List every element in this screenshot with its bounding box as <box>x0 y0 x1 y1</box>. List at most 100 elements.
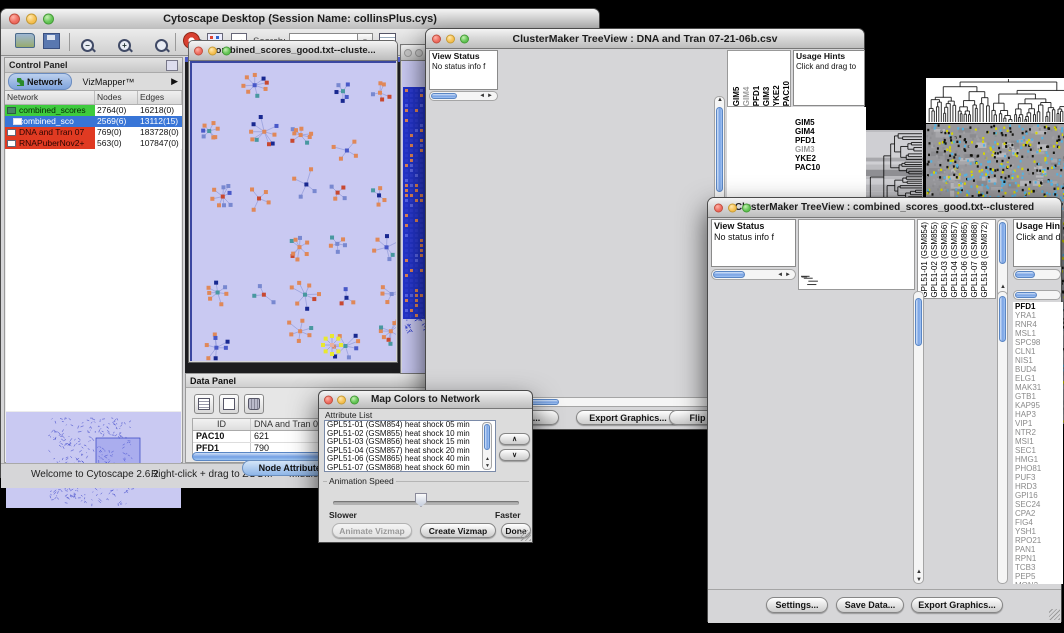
export-graphics-button[interactable]: Export Graphics... <box>911 597 1003 613</box>
network-row-icon <box>7 140 16 147</box>
column-label: GPL51-06 (GSM865) <box>960 222 970 298</box>
column-dendrogram[interactable] <box>926 78 1064 123</box>
heatmap-horizontal-scrollbar[interactable] <box>501 397 715 407</box>
tab-network[interactable]: Network <box>8 73 72 90</box>
control-panel-title: Control Panel <box>9 60 68 70</box>
gene-label: PFD1 <box>1015 302 1063 311</box>
gene-label: YRA1 <box>1015 311 1063 320</box>
main-titlebar[interactable]: Cytoscape Desktop (Session Name: collins… <box>1 9 599 30</box>
map-colors-dialog: Map Colors to Network Attribute List GPL… <box>318 390 533 543</box>
gene-label: MAK31 <box>1015 383 1063 392</box>
move-down-button[interactable]: ∨ <box>499 449 530 461</box>
status-scrollbar[interactable]: ◄► <box>429 91 498 101</box>
faster-label: Faster <box>495 510 521 520</box>
zoom-in-icon[interactable]: + <box>118 39 131 52</box>
desktop: Cytoscape Desktop (Session Name: collins… <box>0 0 1064 633</box>
network-row-icon <box>7 107 16 114</box>
table-icon[interactable] <box>194 394 214 414</box>
zoom-fit-icon[interactable] <box>155 39 168 52</box>
zoom-window-icon[interactable] <box>222 46 231 55</box>
network-row-icon <box>13 118 22 125</box>
gene-label: MON2 <box>1015 581 1063 584</box>
gene-label: SEC1 <box>1015 446 1063 455</box>
minimize-icon[interactable] <box>446 34 455 43</box>
save-data-button[interactable]: Save Data... <box>836 597 904 613</box>
move-up-button[interactable]: ∧ <box>499 433 530 445</box>
labels-scrollbar[interactable]: ▲ ▼ <box>997 219 1008 299</box>
zoom-window-icon[interactable] <box>43 14 54 25</box>
network-table-row[interactable]: combined_sco 2569(6) 13112(15) <box>5 116 182 127</box>
network-canvas[interactable] <box>190 61 396 361</box>
column-label: GIM5 <box>732 81 742 106</box>
close-icon[interactable] <box>9 14 20 25</box>
status-welcome: Welcome to Cytoscape 2.6.2 <box>31 469 159 480</box>
window-controls[interactable] <box>9 14 54 25</box>
close-icon[interactable] <box>324 395 333 404</box>
top-dendrogram-panel <box>798 219 915 290</box>
gene-label: TCB3 <box>1015 563 1063 572</box>
birdseye-overview[interactable] <box>6 412 181 508</box>
zoom-out-icon[interactable]: − <box>81 39 94 52</box>
delete-attribute-icon[interactable] <box>244 394 264 414</box>
scroll-arrows-icon[interactable]: ◄► <box>777 272 793 278</box>
tab-overflow-button[interactable]: ▶ <box>167 74 182 89</box>
column-label: GIM3 <box>762 81 772 106</box>
attribute-item[interactable]: GPL51-07 (GSM868) heat shock 60 min <box>327 464 495 472</box>
status-scrollbar[interactable]: ◄► <box>711 269 796 280</box>
gene-label: MSI1 <box>1015 437 1063 446</box>
gene-label: NIS1 <box>1015 356 1063 365</box>
control-panel: Control Panel Network VizMapper™ ▶ Netwo… <box>4 57 183 463</box>
resize-grip[interactable] <box>1049 609 1060 620</box>
network-table-row[interactable]: DNA and Tran 07 769(0) 183728(0) <box>5 127 182 138</box>
resize-grip[interactable] <box>520 530 531 541</box>
attribute-list[interactable]: GPL51-01 (GSM854) heat shock 05 minGPL51… <box>324 420 496 472</box>
usage-hints-box: Usage HintsClick and drag to <box>793 50 865 106</box>
new-attribute-icon[interactable] <box>219 394 239 414</box>
float-panel-icon[interactable] <box>166 60 178 71</box>
tab-vizmapper[interactable]: VizMapper™ <box>75 74 143 89</box>
zoom-window-icon[interactable] <box>460 34 469 43</box>
minimize-icon[interactable] <box>26 14 37 25</box>
zoom-window-icon[interactable] <box>742 203 751 212</box>
gene-label: PFD1 <box>795 136 855 145</box>
zoom-window-icon[interactable] <box>350 395 359 404</box>
desktop-gap <box>533 429 709 633</box>
gene-label: PAN1 <box>1015 545 1063 554</box>
save-icon[interactable] <box>43 33 60 49</box>
open-file-icon[interactable] <box>15 33 35 48</box>
genelist-scrollbar[interactable] <box>1013 290 1061 300</box>
network-table-row[interactable]: RNAPuberNov2+ 563(0) 107847(0) <box>5 138 182 149</box>
gene-label: GPI16 <box>1015 491 1063 500</box>
view-status-box: View StatusNo status info f <box>429 50 498 90</box>
close-icon[interactable] <box>194 46 203 55</box>
gene-list[interactable]: PFD1YRA1RNR4MSL1SPC98CLN1NIS1BUD4ELG1MAK… <box>1013 302 1063 584</box>
gene-label: SPC98 <box>1015 338 1063 347</box>
create-vizmap-button[interactable]: Create Vizmap <box>420 523 496 538</box>
export-graphics-button[interactable]: Export Graphics... <box>576 410 680 425</box>
gene-label: YSH1 <box>1015 527 1063 536</box>
animation-speed-label: Animation Speed <box>327 476 396 486</box>
network-table-header: Network Nodes Edges <box>5 91 182 105</box>
gene-label: BUD4 <box>1015 365 1063 374</box>
minimize-icon[interactable] <box>208 46 217 55</box>
column-labels-panel: GPL51-01 (GSM854)GPL51-02 (GSM855)GPL51-… <box>917 219 996 299</box>
column-label: GPL51-01 (GSM854) <box>920 222 930 298</box>
settings-button[interactable]: Settings... <box>766 597 828 613</box>
detail-vertical-scrollbar[interactable] <box>997 291 1008 584</box>
usage-scrollbar[interactable] <box>1013 269 1061 280</box>
gene-label: HRD3 <box>1015 482 1063 491</box>
minimize-icon[interactable] <box>415 49 423 57</box>
attribute-list-scrollbar[interactable]: ▲ ▼ <box>482 422 492 470</box>
scroll-arrows-icon[interactable]: ◄► <box>479 93 495 99</box>
close-icon[interactable] <box>714 203 723 212</box>
gene-label: PAC10 <box>795 163 855 172</box>
treeview1-title: ClusterMaker TreeView : DNA and Tran 07-… <box>513 33 778 45</box>
gene-label: GIM5 <box>795 118 855 127</box>
minimize-icon[interactable] <box>728 203 737 212</box>
minimize-icon[interactable] <box>337 395 346 404</box>
close-icon[interactable] <box>432 34 441 43</box>
network-table-row[interactable]: combined_scores 2764(0) 16218(0) <box>5 105 182 116</box>
heatmap-vertical-scrollbar[interactable]: ▲ ▼ <box>913 291 924 584</box>
animate-vizmap-button[interactable]: Animate Vizmap <box>332 523 412 538</box>
close-icon[interactable] <box>404 49 412 57</box>
